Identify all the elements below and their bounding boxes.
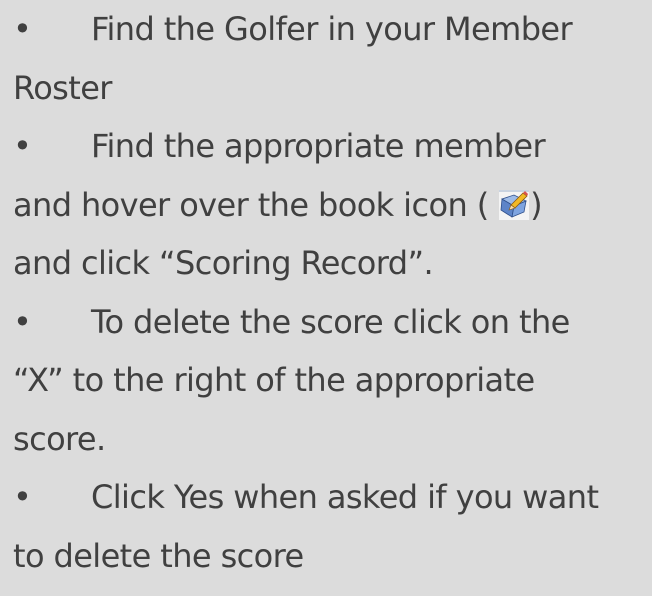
- list-item-line: and click “Scoring Record”.: [13, 234, 642, 293]
- list-item-line: to delete the score: [13, 527, 642, 586]
- list-item-text: to delete the score: [13, 536, 304, 575]
- bullet-marker: •: [13, 127, 32, 165]
- list-item-text: and click “Scoring Record”.: [13, 244, 434, 282]
- list-item-text: To delete the score click on the: [91, 302, 570, 341]
- list-item-line: “X” to the right of the appropriate: [13, 351, 642, 410]
- bullet-marker: •: [13, 302, 32, 341]
- list-item-line: • To delete the score click on the: [13, 293, 642, 352]
- list-item-line: • Find the appropriate member: [13, 117, 642, 176]
- list-item-text: Roster: [13, 68, 112, 107]
- list-item-line: and hover over the book icon ( ): [13, 176, 642, 235]
- list-item: • Find the Golfer in your Member Roster: [13, 0, 642, 117]
- list-item-text: and hover over the book icon (: [13, 185, 489, 224]
- list-item: • To delete the score click on the “X” to…: [13, 293, 642, 469]
- list-item-text: Find the Golfer in your Member: [91, 10, 573, 48]
- list-item-text: score.: [13, 419, 106, 458]
- bullet-marker: •: [13, 10, 32, 48]
- list-item-line: score.: [13, 410, 642, 469]
- list-item-text: Find the appropriate member: [91, 127, 546, 165]
- list-item-line: • Click Yes when asked if you want: [13, 468, 642, 527]
- list-item-line: • Find the Golfer in your Member: [13, 0, 642, 59]
- list-item-text: ): [530, 185, 543, 224]
- list-item-text: “X” to the right of the appropriate: [13, 361, 535, 399]
- list-item-line: Roster: [13, 59, 642, 118]
- list-item-text: Click Yes when asked if you want: [91, 478, 599, 516]
- book-icon: [499, 189, 530, 220]
- instruction-list: • Find the Golfer in your Member Roster •…: [0, 0, 652, 596]
- list-item: • Find the appropriate member and hover o…: [13, 117, 642, 293]
- list-item: • Click Yes when asked if you want to del…: [13, 468, 642, 585]
- bullet-marker: •: [13, 478, 32, 516]
